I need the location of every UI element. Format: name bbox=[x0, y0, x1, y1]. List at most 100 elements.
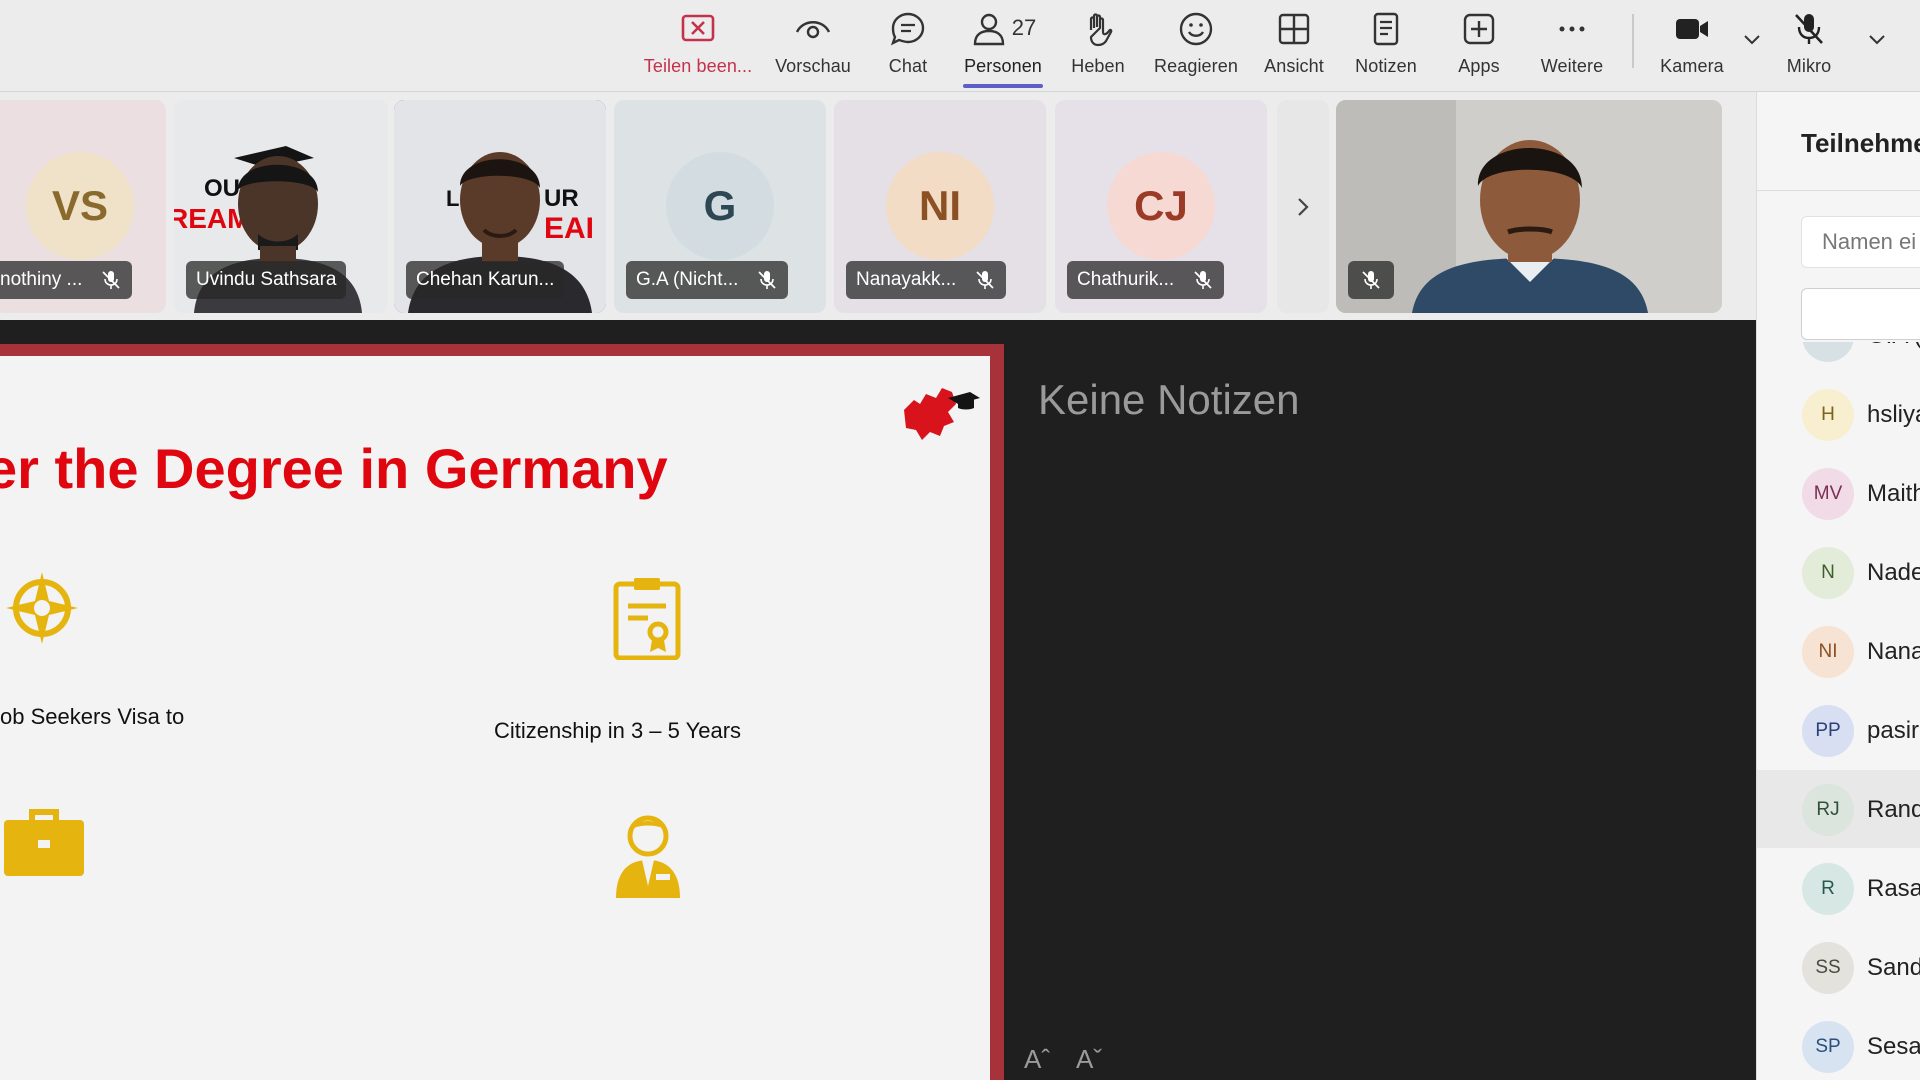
slide-title: er the Degree in Germany bbox=[0, 437, 668, 500]
participant-search-input[interactable]: Namen ei bbox=[1801, 216, 1920, 268]
participant-tile-chehan[interactable]: UR EAI L Chehan Karun... bbox=[394, 100, 606, 313]
svg-text:EAI: EAI bbox=[544, 212, 594, 245]
employee-icon bbox=[616, 815, 680, 898]
participant-tile-vs[interactable]: VS nothiny ... bbox=[0, 100, 166, 313]
camera-button[interactable]: Kamera bbox=[1652, 8, 1732, 88]
avatar: G bbox=[666, 152, 774, 260]
mic-button[interactable]: Mikro bbox=[1776, 8, 1842, 88]
briefcase-icon bbox=[4, 809, 84, 876]
increase-font-button[interactable]: Aˆ bbox=[1024, 1044, 1050, 1075]
participant-row[interactable]: RJ Rand bbox=[1757, 770, 1920, 848]
presentation-slide: er the Degree in Germany ob Seekers Visa… bbox=[0, 356, 990, 1080]
preview-label: Vorschau bbox=[775, 56, 851, 76]
participant-name: Uvindu Sathsara bbox=[196, 269, 337, 290]
mic-off-icon bbox=[758, 271, 777, 289]
apps-button[interactable]: Apps bbox=[1446, 8, 1512, 88]
share-invite-field[interactable] bbox=[1801, 288, 1920, 340]
participant-row[interactable]: SS Sand bbox=[1757, 928, 1920, 1006]
notes-button[interactable]: Notizen bbox=[1346, 8, 1426, 88]
preview-button[interactable]: Vorschau bbox=[766, 8, 860, 88]
notes-label: Notizen bbox=[1355, 56, 1417, 76]
avatar: SP bbox=[1802, 1021, 1854, 1073]
raise-hand-icon bbox=[1089, 13, 1113, 47]
notes-panel: Keine Notizen Aˆ Aˇ bbox=[1004, 320, 1756, 1080]
notes-icon bbox=[1373, 12, 1399, 46]
participant-name: Chathurik... bbox=[1077, 269, 1175, 290]
camera-options-chevron-icon[interactable] bbox=[1741, 28, 1763, 50]
plus-box-icon bbox=[1463, 13, 1495, 45]
participant-row[interactable]: R Rasa bbox=[1757, 849, 1920, 927]
self-video-tile[interactable] bbox=[1336, 100, 1722, 313]
people-icon bbox=[973, 13, 1004, 46]
camera-label: Kamera bbox=[1660, 56, 1724, 76]
avatar: NI bbox=[886, 152, 994, 260]
camera-icon bbox=[1676, 19, 1708, 39]
eye-icon bbox=[795, 21, 831, 39]
decrease-font-button[interactable]: Aˇ bbox=[1076, 1044, 1102, 1075]
chevron-right-icon bbox=[1298, 197, 1309, 216]
mic-off-icon bbox=[1795, 14, 1823, 44]
react-button[interactable]: Reagieren bbox=[1146, 8, 1246, 88]
participant-name: hsliya bbox=[1867, 401, 1920, 428]
participant-row[interactable]: G G.A ( bbox=[1757, 342, 1920, 374]
self-mic-tag bbox=[1348, 261, 1394, 299]
raise-hand-button[interactable]: Heben bbox=[1062, 8, 1134, 88]
mic-off-icon bbox=[1362, 271, 1380, 289]
view-button[interactable]: Ansicht bbox=[1256, 8, 1332, 88]
participant-row[interactable]: MV Maith bbox=[1757, 454, 1920, 532]
shared-screen: er the Degree in Germany ob Seekers Visa… bbox=[0, 344, 1004, 1080]
participant-row[interactable]: NI Nana bbox=[1757, 612, 1920, 690]
participant-name: Nana bbox=[1867, 638, 1920, 665]
strip-next-button[interactable] bbox=[1277, 100, 1329, 313]
participants-panel: Teilnehme Namen ei G G.A ( H hsliya MV M… bbox=[1756, 92, 1920, 1080]
mic-off-icon bbox=[976, 271, 994, 289]
toolbar-divider bbox=[1632, 14, 1634, 68]
more-label: Weitere bbox=[1540, 56, 1604, 76]
mic-off-icon bbox=[102, 271, 121, 289]
europe-map-logo-icon bbox=[904, 388, 980, 440]
participant-tile-uvindu[interactable]: OUR REAM Uvindu Sathsara bbox=[174, 100, 388, 313]
apps-label: Apps bbox=[1458, 56, 1500, 76]
chat-button[interactable]: Chat bbox=[872, 8, 944, 88]
chat-label: Chat bbox=[888, 56, 928, 76]
mic-options-chevron-icon[interactable] bbox=[1866, 28, 1888, 50]
more-button[interactable]: Weitere bbox=[1530, 8, 1614, 88]
participant-name-tag: nothiny ... bbox=[0, 261, 133, 299]
participant-name: Chehan Karun... bbox=[416, 269, 555, 290]
avatar: VS bbox=[26, 152, 134, 260]
stop-sharing-button[interactable]: Teilen been... bbox=[636, 8, 760, 88]
people-count: 27 bbox=[1011, 15, 1037, 40]
people-button[interactable]: 27 Personen bbox=[956, 8, 1050, 88]
participant-name-tag: Nanayakk... bbox=[846, 261, 1007, 299]
participant-row[interactable]: PP pasir bbox=[1757, 691, 1920, 769]
panel-divider bbox=[1757, 190, 1920, 191]
people-label: Personen bbox=[964, 56, 1042, 76]
participant-row[interactable]: N Nade bbox=[1757, 533, 1920, 611]
participant-tile-g[interactable]: G G.A (Nicht... bbox=[614, 100, 826, 313]
raise-hand-label: Heben bbox=[1071, 56, 1125, 76]
participant-name-tag: G.A (Nicht... bbox=[626, 261, 789, 299]
avatar: RJ bbox=[1802, 784, 1854, 836]
grid-icon bbox=[1278, 13, 1310, 45]
more-icon bbox=[1559, 26, 1585, 32]
people-icon-group: 27 bbox=[970, 8, 1036, 48]
certificate-clipboard-icon bbox=[613, 578, 681, 660]
participant-tile-cj[interactable]: CJ Chathurik... bbox=[1055, 100, 1267, 313]
participant-name: Sesa bbox=[1867, 1033, 1920, 1060]
panel-title: Teilnehme bbox=[1801, 128, 1920, 158]
participant-row[interactable]: H hsliya bbox=[1757, 375, 1920, 453]
participant-name: G.A (Nicht... bbox=[636, 269, 739, 290]
avatar: SS bbox=[1802, 942, 1854, 994]
participant-list: G G.A ( H hsliya MV Maith N Nade NI Nana… bbox=[1757, 342, 1920, 1080]
avatar: CJ bbox=[1107, 152, 1215, 260]
mic-label: Mikro bbox=[1786, 56, 1832, 76]
participant-row[interactable]: SP Sesa bbox=[1757, 1007, 1920, 1080]
chat-icon bbox=[890, 12, 925, 46]
notes-title: Keine Notizen bbox=[1038, 376, 1300, 423]
stop-sharing-label: Teilen been... bbox=[643, 56, 753, 76]
participant-tile-ni[interactable]: NI Nanayakk... bbox=[834, 100, 1046, 313]
video-strip: VS nothiny ... OUR REAM Uvindu Sathsara … bbox=[0, 92, 1756, 320]
active-tab-indicator bbox=[963, 84, 1043, 88]
slide-text-citizenship: Citizenship in 3 – 5 Years bbox=[494, 718, 742, 743]
participant-name: Maith bbox=[1867, 480, 1920, 507]
